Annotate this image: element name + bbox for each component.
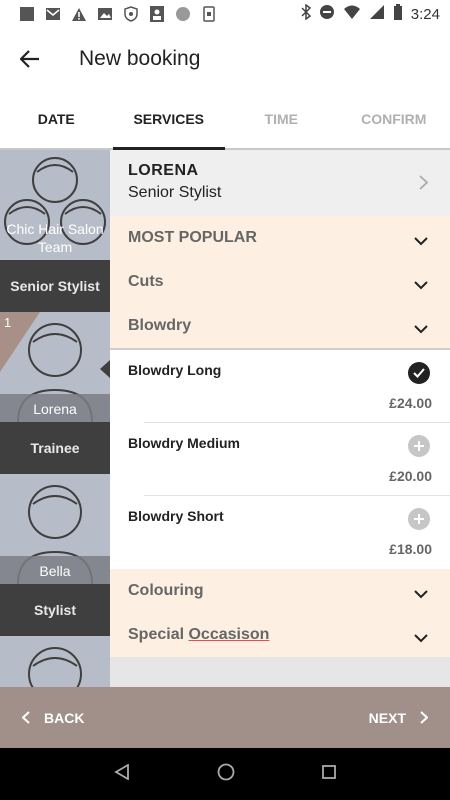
next-label: NEXT — [368, 709, 406, 726]
nav-recents-icon[interactable] — [322, 764, 337, 784]
bluetooth-icon — [301, 3, 311, 24]
chevron-down-icon — [414, 233, 428, 251]
staff-item-lorena[interactable]: 1 Lorena Trainee — [0, 312, 110, 474]
stylist-title: Senior Stylist — [128, 184, 222, 201]
category-label: Cuts — [128, 273, 164, 290]
service-row[interactable]: Blowdry Long £24.00 — [110, 350, 450, 423]
category-special-occasion[interactable]: Special Occasison — [110, 613, 450, 657]
signal-icon — [369, 4, 385, 24]
service-price: £18.00 — [389, 541, 432, 557]
stylist-name: LORENA — [128, 162, 199, 179]
bottom-action-bar: BACK NEXT — [0, 687, 450, 748]
chevron-down-icon — [414, 630, 428, 648]
tab-services[interactable]: SERVICES — [112, 90, 226, 150]
app-notification-icon — [18, 6, 36, 22]
service-row[interactable]: Blowdry Short £18.00 — [110, 496, 450, 569]
gmail-icon — [44, 6, 62, 22]
chevron-right-icon — [420, 711, 428, 724]
add-circle-icon[interactable] — [408, 508, 430, 530]
chevron-left-icon — [22, 711, 30, 724]
staff-role: Senior Stylist — [0, 260, 110, 312]
category-blowdry[interactable]: Blowdry — [110, 304, 450, 350]
wifi-icon — [343, 4, 361, 24]
notification-icons — [18, 6, 218, 22]
shield-icon — [122, 6, 140, 22]
system-status: 3:24 — [301, 3, 440, 25]
selected-stylist-header[interactable]: LORENA Senior Stylist — [110, 150, 450, 216]
chevron-down-icon — [414, 321, 428, 339]
service-name: Blowdry Long — [128, 362, 222, 378]
circle-icon — [174, 6, 192, 22]
booking-steps-tabs: DATE SERVICES TIME CONFIRM — [0, 90, 450, 150]
contact-card-icon — [148, 6, 166, 22]
staff-name: Lorena — [33, 401, 77, 417]
do-not-disturb-icon — [319, 4, 335, 24]
status-time: 3:24 — [410, 5, 440, 23]
add-circle-icon[interactable] — [408, 435, 430, 457]
status-bar: 3:24 — [0, 0, 450, 28]
service-name: Blowdry Medium — [128, 435, 241, 451]
staff-name: Chic Hair Salon Team — [6, 221, 104, 255]
category-label-prefix: Special — [128, 626, 189, 643]
check-circle-icon[interactable] — [408, 362, 430, 384]
page-title: New booking — [79, 47, 201, 70]
tab-confirm[interactable]: CONFIRM — [338, 90, 450, 148]
category-cuts[interactable]: Cuts — [110, 260, 450, 304]
back-button[interactable]: BACK — [22, 710, 84, 726]
category-label: Colouring — [128, 582, 204, 599]
chevron-down-icon — [414, 586, 428, 604]
back-label: BACK — [44, 709, 85, 726]
staff-role: Stylist — [0, 584, 110, 636]
chevron-right-icon — [419, 175, 429, 195]
category-label: MOST POPULAR — [128, 229, 257, 246]
category-label: Special Occasison — [128, 626, 269, 644]
staff-item-partial[interactable] — [0, 636, 110, 687]
nav-home-icon[interactable] — [217, 763, 235, 786]
category-label: Blowdry — [128, 317, 192, 334]
warning-icon — [70, 6, 88, 22]
service-row[interactable]: Blowdry Medium £20.00 — [110, 423, 450, 496]
category-label-misspelled-word: Occasison — [188, 626, 270, 643]
services-panel: LORENA Senior Stylist MOST POPULAR Cuts … — [110, 150, 450, 687]
service-name: Blowdry Short — [128, 508, 224, 524]
app-bar: New booking — [0, 28, 450, 90]
category-most-popular[interactable]: MOST POPULAR — [110, 216, 450, 260]
staff-list: Chic Hair Salon Team Senior Stylist 1 Lo… — [0, 150, 110, 687]
selection-pointer-icon — [100, 360, 110, 378]
image-icon — [96, 6, 114, 22]
badge-count: 1 — [4, 315, 12, 330]
tab-time[interactable]: TIME — [225, 90, 338, 148]
avatar — [0, 636, 110, 687]
staff-item-bella[interactable]: Bella Stylist — [0, 474, 110, 636]
next-button[interactable]: NEXT — [369, 710, 428, 726]
chevron-down-icon — [414, 277, 428, 295]
system-navigation-bar — [0, 748, 450, 800]
staff-role: Trainee — [0, 422, 110, 474]
service-price: £20.00 — [389, 468, 432, 484]
staff-item-team[interactable]: Chic Hair Salon Team Senior Stylist — [0, 150, 110, 312]
nav-back-icon[interactable] — [113, 762, 130, 785]
service-price: £24.00 — [389, 395, 432, 411]
battery-icon — [393, 3, 403, 25]
staff-name: Bella — [39, 563, 71, 579]
phone-icon — [200, 6, 218, 22]
tab-date[interactable]: DATE — [0, 90, 113, 148]
back-arrow-icon[interactable] — [0, 29, 60, 89]
category-colouring[interactable]: Colouring — [110, 569, 450, 613]
